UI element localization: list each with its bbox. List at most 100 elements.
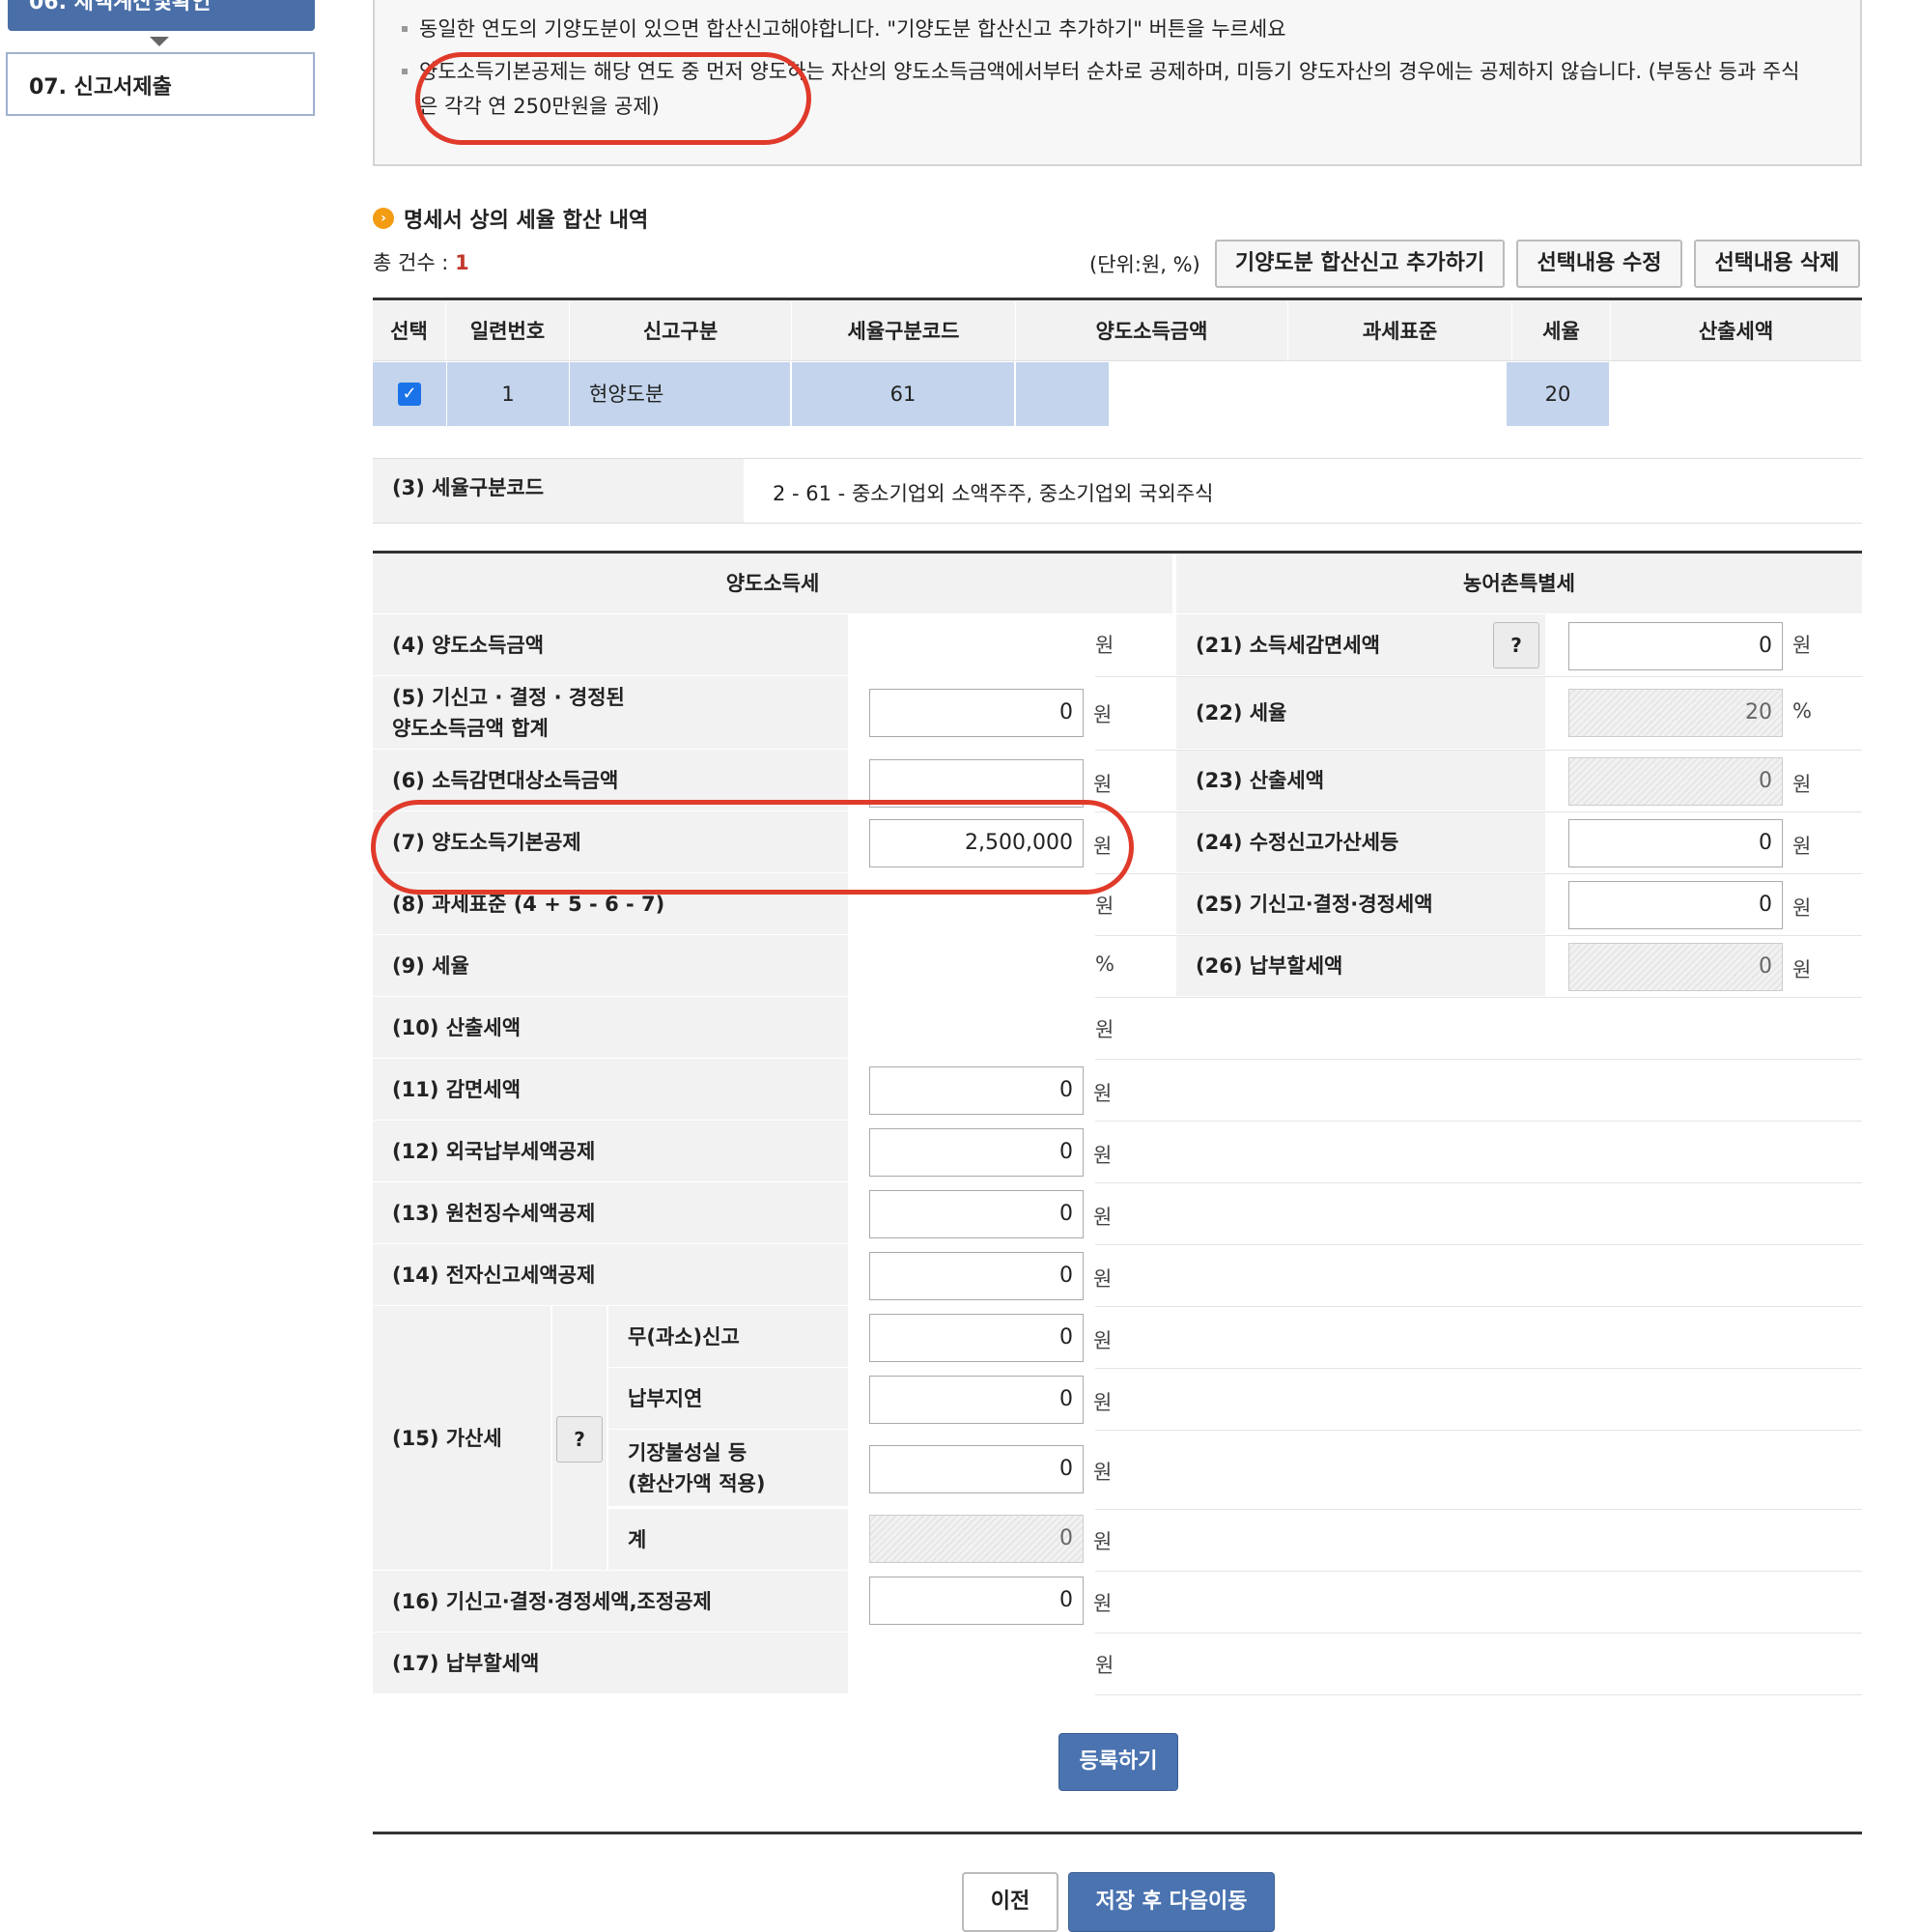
divider xyxy=(1095,1121,1862,1122)
unit-won: 원 xyxy=(1095,1018,1114,1041)
divider xyxy=(1095,811,1862,812)
save-next-button[interactable]: 저장 후 다음이동 xyxy=(1068,1872,1275,1932)
label-13: (13) 원천징수세액공제 xyxy=(373,1182,848,1244)
field-16-prior-tax[interactable]: 0 xyxy=(869,1577,1084,1625)
unit-won: 원 xyxy=(1792,773,1812,796)
chevron-down-icon xyxy=(150,37,169,46)
label-4: (4) 양도소득금액 xyxy=(373,614,848,676)
label-15a: 무(과소)신고 xyxy=(608,1306,848,1368)
col-header-serial: 일련번호 xyxy=(446,301,570,361)
col-header-select: 선택 xyxy=(373,301,446,361)
field-11-reduction[interactable]: 0 xyxy=(869,1066,1084,1115)
field-5-amount[interactable]: 0 xyxy=(869,689,1084,737)
label-16: (16) 기신고·결정·경정세액,조정공제 xyxy=(373,1571,848,1633)
divider xyxy=(1095,1430,1862,1431)
row-rate: 20 xyxy=(1507,362,1609,426)
unit-won: 원 xyxy=(1093,703,1113,726)
divider xyxy=(1095,676,1862,677)
divider xyxy=(1095,935,1862,936)
label-24: (24) 수정신고가산세등 xyxy=(1176,811,1545,873)
field-15d-total: 0 xyxy=(869,1515,1084,1563)
total-count-value: 1 xyxy=(455,251,469,274)
field-15c-bookkeeping[interactable]: 0 xyxy=(869,1445,1084,1493)
notice-line-1: 동일한 연도의 기양도분이 있으면 합산신고해야합니다. "기양도분 합산신고 … xyxy=(402,12,1800,46)
prev-button[interactable]: 이전 xyxy=(962,1872,1058,1932)
unit-won: 원 xyxy=(1093,1329,1113,1352)
field-21-reduction[interactable]: 0 xyxy=(1568,622,1783,670)
delete-selection-button[interactable]: 선택내용 삭제 xyxy=(1694,240,1860,288)
label-15c: 기장불성실 등 (환산가액 적용) xyxy=(608,1430,848,1507)
bottom-divider xyxy=(373,1832,1862,1834)
field-12-foreign-tax[interactable]: 0 xyxy=(869,1128,1084,1177)
rate-code-label: (3) 세율구분코드 xyxy=(373,459,744,523)
unit-won: 원 xyxy=(1093,1592,1113,1615)
total-label: 총 건수 : xyxy=(373,251,456,274)
header-rural-special-tax: 농어촌특별세 xyxy=(1176,554,1862,613)
divider xyxy=(1095,1182,1862,1183)
section-title: › 명세서 상의 세율 합산 내역 xyxy=(373,203,648,234)
add-prior-transfer-button[interactable]: 기양도분 합산신고 추가하기 xyxy=(1215,240,1505,288)
label-26: (26) 납부할세액 xyxy=(1176,935,1545,997)
field-26-payable: 0 xyxy=(1568,943,1783,991)
field-15a-underreport[interactable]: 0 xyxy=(869,1314,1084,1362)
label-17: (17) 납부할세액 xyxy=(373,1633,848,1694)
arrow-circle-icon: › xyxy=(373,208,394,229)
unit-won: 원 xyxy=(1093,1267,1113,1291)
divider xyxy=(1095,1694,1862,1695)
col-header-tax-base: 과세표준 xyxy=(1288,301,1512,361)
total-count: 총 건수 : 1 xyxy=(373,247,469,276)
edit-selection-button[interactable]: 선택내용 수정 xyxy=(1516,240,1682,288)
help-15-button[interactable]: ? xyxy=(556,1416,603,1463)
label-23: (23) 산출세액 xyxy=(1176,750,1545,811)
label-15d: 계 xyxy=(608,1509,848,1571)
col-header-rate-code: 세율구분코드 xyxy=(792,301,1016,361)
field-15b-late-payment[interactable]: 0 xyxy=(869,1376,1084,1424)
label-25: (25) 기신고·결정·경정세액 xyxy=(1176,873,1545,935)
unit-won: 원 xyxy=(1095,1654,1114,1677)
divider xyxy=(1095,1306,1862,1307)
unit-won: 원 xyxy=(1093,1461,1113,1484)
row-amount xyxy=(1016,362,1109,426)
field-23-calculated: 0 xyxy=(1568,757,1783,806)
field-14-e-filing[interactable]: 0 xyxy=(869,1252,1084,1300)
field-25-prior-tax[interactable]: 0 xyxy=(1568,881,1783,929)
field-13-withholding[interactable]: 0 xyxy=(869,1190,1084,1238)
label-12: (12) 외국납부세액공제 xyxy=(373,1121,848,1182)
unit-won: 원 xyxy=(1095,634,1114,657)
row-checkbox[interactable]: ✓ xyxy=(398,383,421,406)
row-serial: 1 xyxy=(447,362,569,426)
col-header-tax: 산출세액 xyxy=(1611,301,1862,361)
row-tax-base xyxy=(1109,362,1501,426)
label-10: (10) 산출세액 xyxy=(373,997,848,1059)
unit-won: 원 xyxy=(1093,1391,1113,1414)
row-type: 현양도분 xyxy=(570,362,790,426)
unit-won: 원 xyxy=(1792,634,1812,657)
divider xyxy=(1095,1244,1862,1245)
register-button[interactable]: 등록하기 xyxy=(1058,1733,1178,1791)
row-rate-code: 61 xyxy=(792,362,1014,426)
row-tax xyxy=(1611,362,1862,426)
unit-won: 원 xyxy=(1093,1206,1113,1229)
label-9: (9) 세율 xyxy=(373,935,848,997)
label-15b: 납부지연 xyxy=(608,1368,848,1430)
label-21: (21) 소득세감면세액 xyxy=(1176,614,1545,676)
divider xyxy=(1095,1571,1862,1572)
sidebar-step-prev[interactable]: 06. 세액계산및확인 xyxy=(8,0,315,31)
divider xyxy=(1095,1633,1862,1634)
col-header-amount: 양도소득금액 xyxy=(1016,301,1288,361)
field-24-amended-penalty[interactable]: 0 xyxy=(1568,819,1783,867)
field-22-rate: 20 xyxy=(1568,689,1783,737)
sidebar-step-current[interactable]: 07. 신고서제출 xyxy=(6,52,315,116)
unit-won: 원 xyxy=(1792,958,1812,981)
unit-won: 원 xyxy=(1093,1144,1113,1167)
unit-won: 원 xyxy=(1093,1082,1113,1105)
unit-percent: % xyxy=(1792,699,1812,723)
col-header-rate: 세율 xyxy=(1512,301,1611,361)
divider xyxy=(1095,1059,1862,1060)
help-21-button[interactable]: ? xyxy=(1493,622,1539,668)
col-header-type: 신고구분 xyxy=(570,301,792,361)
unit-won: 원 xyxy=(1792,835,1812,858)
divider xyxy=(1095,1509,1862,1510)
label-14: (14) 전자신고세액공제 xyxy=(373,1244,848,1306)
divider xyxy=(1095,997,1862,998)
